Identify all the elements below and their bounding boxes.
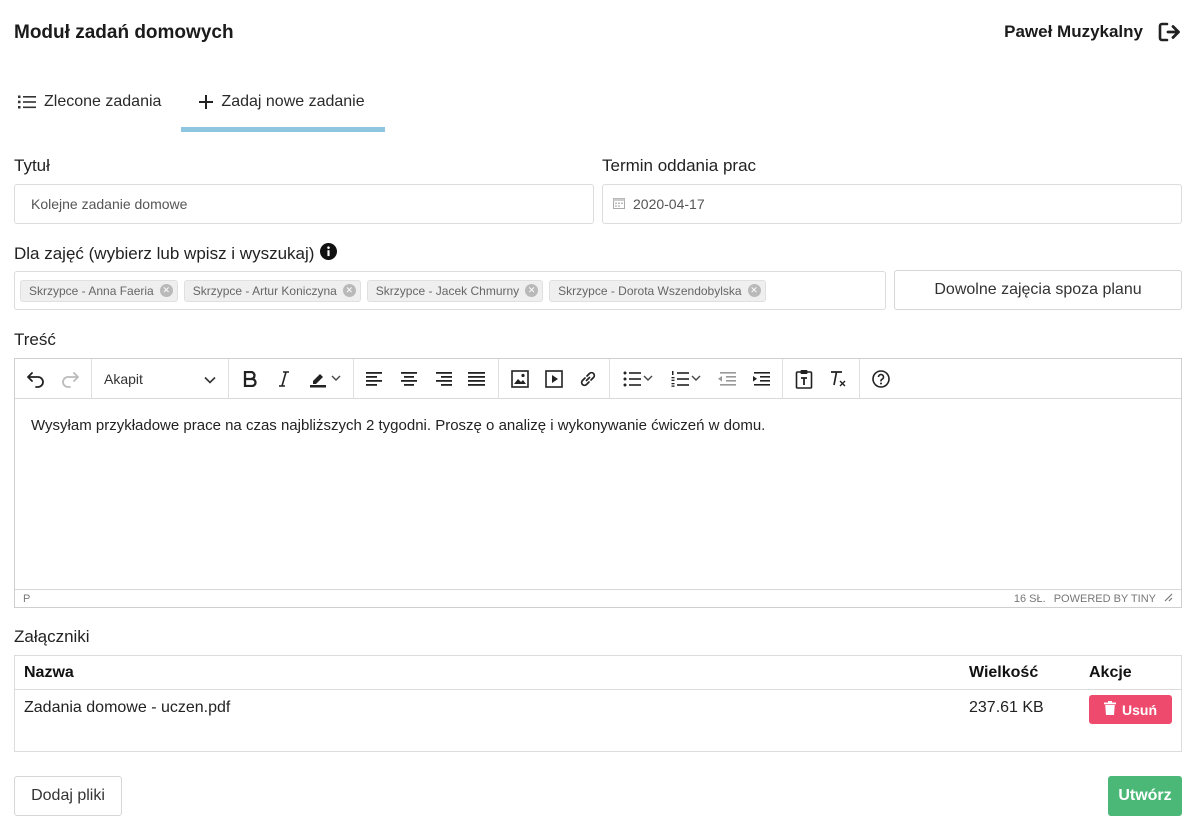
toolbar-group-insert [499,358,610,399]
numbered-list-icon[interactable] [662,363,710,395]
toolbar-group-format: Akapit [92,358,229,399]
class-chip-label: Skrzypce - Dorota Wszendobylska [558,283,742,298]
column-header-name: Nazwa [24,663,74,681]
tab-label: Zadaj nowe zadanie [221,92,365,110]
classes-select[interactable]: Skrzypce - Anna Faeria ✕ Skrzypce - Artu… [14,271,886,310]
class-chip: Skrzypce - Jacek Chmurny ✕ [366,279,544,302]
extra-classes-button[interactable]: Dowolne zajęcia spoza planu [894,270,1182,310]
indent-icon[interactable] [744,363,778,395]
editor-content[interactable]: Wysyłam przykładowe prace na czas najbli… [15,399,1181,589]
powered-by-link[interactable]: POWERED BY TINY [1054,593,1156,605]
block-format-value: Akapit [104,370,143,387]
class-chip-label: Skrzypce - Anna Faeria [29,283,154,298]
bullet-list-icon[interactable] [614,363,662,395]
toolbar-group-lists [610,358,783,399]
class-chip: Skrzypce - Artur Koniczyna ✕ [183,279,361,302]
rich-text-editor: Akapit Wysyłam przykładowe prace na czas… [14,358,1182,608]
align-left-icon[interactable] [358,363,392,395]
add-files-button[interactable]: Dodaj pliki [14,776,122,816]
deadline-label: Termin oddania prac [602,156,757,175]
class-chip: Skrzypce - Anna Faeria ✕ [20,279,178,302]
block-format-select[interactable]: Akapit [96,363,224,395]
class-chip-label: Skrzypce - Jacek Chmurny [375,283,520,298]
deadline-value: 2020-04-17 [633,196,705,212]
align-right-icon[interactable] [426,363,460,395]
toolbar-group-history [15,358,92,399]
status-right: 16 SŁ. POWERED BY TINY [1014,593,1173,605]
toolbar-group-text [229,358,354,399]
remove-chip-icon[interactable]: ✕ [525,284,539,297]
resize-handle-icon[interactable] [1164,593,1173,605]
classes-label-row: Dla zajęć (wybierz lub wpisz i wyszukaj) [14,243,338,265]
delete-file-button[interactable]: Usuń [1089,695,1172,724]
tab-assigned-tasks[interactable]: Zlecone zadania [0,76,181,128]
editor-toolbar: Akapit [15,358,1181,399]
attachments-table: Nazwa Wielkość Akcje Zadania domowe - uc… [14,655,1182,752]
element-path[interactable]: P [23,593,30,605]
highlight-color-icon[interactable] [301,363,349,395]
file-size: 237.61 KB [969,699,1044,716]
italic-icon[interactable] [267,363,301,395]
create-button[interactable]: Utwórz [1108,776,1182,816]
title-input[interactable]: Kolejne zadanie domowe [14,184,594,224]
paste-text-icon[interactable] [787,363,821,395]
title-value: Kolejne zadanie domowe [31,196,188,212]
editor-paragraph: Wysyłam przykładowe prace na czas najbli… [31,417,766,434]
tab-label: Zlecone zadania [44,93,162,110]
attachments-label: Załączniki [14,627,90,646]
page-title: Moduł zadań domowych [14,22,234,43]
class-chip-label: Skrzypce - Artur Koniczyna [192,283,337,298]
toolbar-group-clipboard [783,358,860,399]
word-count: 16 SŁ. [1013,592,1046,605]
list-icon [18,95,36,109]
remove-chip-icon[interactable]: ✕ [342,284,356,297]
plus-icon [199,94,214,109]
image-icon[interactable] [503,363,537,395]
chevron-down-icon [204,371,216,387]
file-name: Zadania domowe - uczen.pdf [24,699,231,716]
redo-icon[interactable] [53,363,87,395]
user-box: Paweł Muzykalny [1004,20,1183,44]
tabs: Zlecone zadania Zadaj nowe zadanie [0,76,385,132]
toolbar-group-help [860,359,902,399]
column-header-size: Wielkość [969,663,1039,681]
title-label: Tytuł [14,156,50,175]
classes-label: Dla zajęć (wybierz lub wpisz i wyszukaj) [14,244,315,263]
clear-formatting-icon[interactable] [821,363,855,395]
link-icon[interactable] [571,363,605,395]
user-name: Paweł Muzykalny [1004,22,1143,41]
table-header: Nazwa Wielkość Akcje [15,656,1181,690]
delete-label: Usuń [1122,701,1157,718]
toolbar-group-align [354,358,499,399]
bold-icon[interactable] [233,363,267,395]
calendar-icon [613,196,625,212]
logout-icon[interactable] [1157,20,1183,44]
table-row: Zadania domowe - uczen.pdf 237.61 KB Usu… [15,690,1181,730]
content-label: Treść [14,330,56,349]
column-header-actions: Akcje [1089,663,1132,681]
outdent-icon[interactable] [710,363,744,395]
align-justify-icon[interactable] [460,363,494,395]
tab-new-task[interactable]: Zadaj nowe zadanie [181,76,385,132]
remove-chip-icon[interactable]: ✕ [747,284,761,297]
undo-icon[interactable] [19,363,53,395]
class-chip: Skrzypce - Dorota Wszendobylska ✕ [549,279,766,302]
deadline-input[interactable]: 2020-04-17 [602,184,1182,224]
editor-statusbar: P 16 SŁ. POWERED BY TINY [15,589,1181,607]
help-icon[interactable] [864,363,898,395]
media-icon[interactable] [537,363,571,395]
remove-chip-icon[interactable]: ✕ [159,284,173,297]
align-center-icon[interactable] [392,363,426,395]
info-icon[interactable] [320,243,338,265]
trash-icon [1104,701,1116,718]
